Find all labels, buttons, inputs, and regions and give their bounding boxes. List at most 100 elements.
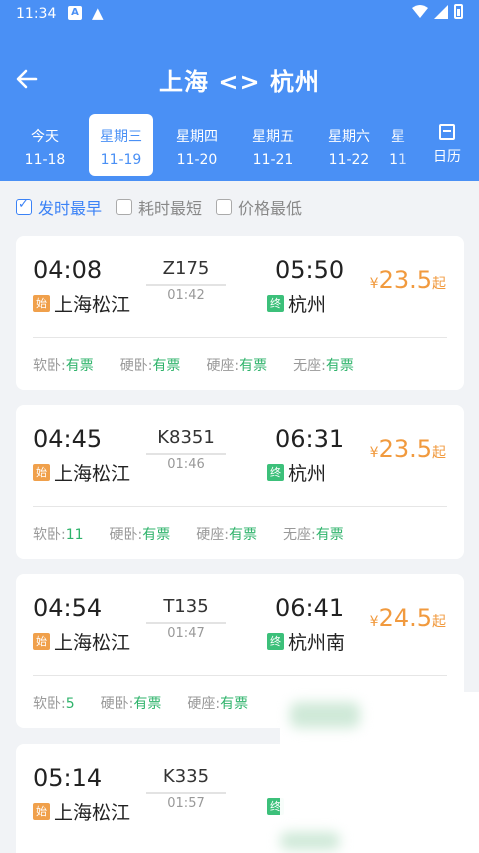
end-tag: 终 [267, 633, 284, 650]
header: 11:34 A ▲ 上海 <> 杭州 今天 11-18 星期三 11-19 星期… [0, 0, 479, 181]
seat-type: 软卧: [33, 527, 66, 543]
blur-blob [280, 832, 340, 850]
duration-line [146, 792, 226, 794]
arrive-station: 终 杭州 [267, 290, 326, 317]
seat-type: 软卧: [33, 358, 66, 374]
sort-earliest[interactable]: 发时最早 [16, 195, 102, 219]
calendar-button[interactable]: 日历 [429, 124, 465, 166]
duration: 01:42 [167, 288, 205, 303]
seat-item: 硬卧:有票 [120, 355, 181, 375]
start-tag: 始 [33, 295, 50, 312]
seat-avail: 有票 [228, 527, 257, 543]
tab-date: 11-18 [24, 152, 66, 168]
seat-availability: 软卧:有票 硬卧:有票 硬座:有票 无座:有票 [33, 355, 354, 375]
tab-weekday: 今天 [31, 129, 59, 145]
arrive-station: 终 杭州 [267, 459, 326, 486]
calendar-icon [439, 124, 455, 140]
calendar-label: 日历 [433, 149, 461, 165]
duration: 01:47 [167, 626, 205, 641]
date-tab-selected[interactable]: 星期三 11-19 [89, 114, 153, 176]
date-tab-today[interactable]: 今天 11-18 [13, 114, 77, 176]
seat-availability: 软卧:5 硬卧:有票 硬座:有票 [33, 693, 248, 713]
seat-type: 软卧: [33, 696, 66, 712]
date-tab-fri[interactable]: 星期五 11-21 [241, 114, 305, 176]
tab-date: 11-22 [328, 152, 370, 168]
sort-shortest[interactable]: 耗时最短 [116, 195, 202, 219]
sort-label: 发时最早 [38, 199, 103, 218]
seat-avail: 有票 [152, 358, 181, 374]
tab-weekday: 星期五 [252, 129, 294, 145]
station-name: 上海松江 [54, 294, 131, 316]
tab-date: 11-19 [100, 152, 142, 168]
price-value: 23.5 [378, 266, 432, 294]
duration: 01:57 [167, 796, 205, 811]
train-number: Z175 [162, 258, 210, 279]
seat-item: 软卧:11 [33, 524, 84, 544]
depart-station: 始 上海松江 [33, 628, 130, 655]
date-tabs: 今天 11-18 星期三 11-19 星期四 11-20 星期五 11-21 星… [0, 112, 420, 178]
battery-icon [454, 4, 463, 19]
duration-line [146, 284, 226, 286]
arrive-time: 05:50 [275, 256, 345, 284]
price: ¥24.5起 [370, 604, 446, 632]
station-name: 杭州 [288, 294, 327, 316]
tabs-fade [395, 112, 425, 178]
seat-availability: 软卧:11 硬卧:有票 硬座:有票 无座:有票 [33, 524, 344, 544]
arrive-time: 06:31 [275, 425, 345, 453]
station-name: 杭州南 [288, 632, 346, 654]
seat-avail: 11 [65, 527, 84, 543]
seat-avail: 有票 [65, 358, 94, 374]
status-icons [412, 4, 463, 19]
depart-station: 始 上海松江 [33, 798, 130, 825]
seat-avail: 有票 [142, 527, 171, 543]
train-card[interactable]: 04:08 Z175 01:42 05:50 始 上海松江 终 杭州 ¥23.5… [16, 236, 464, 390]
duration-line [146, 453, 226, 455]
train-number: K8351 [157, 427, 215, 448]
wifi-icon [412, 4, 428, 18]
status-bar: 11:34 A ▲ [0, 0, 479, 28]
start-tag: 始 [33, 803, 50, 820]
price: ¥23.5起 [370, 435, 446, 463]
seat-avail: 有票 [133, 696, 162, 712]
price-value: 24.5 [378, 604, 432, 632]
station-name: 上海松江 [54, 632, 131, 654]
accessibility-icon: A [68, 6, 82, 20]
seat-type: 硬座: [196, 527, 229, 543]
blur-blob [290, 702, 360, 728]
sort-label: 价格最低 [238, 199, 303, 218]
seat-avail: 有票 [239, 358, 268, 374]
duration-line [146, 622, 226, 624]
station-name: 上海松江 [54, 463, 131, 485]
sort-cheapest[interactable]: 价格最低 [216, 195, 302, 219]
train-card[interactable]: 04:45 K8351 01:46 06:31 始 上海松江 终 杭州 ¥23.… [16, 405, 464, 559]
sort-label: 耗时最短 [138, 199, 203, 218]
seat-avail: 有票 [315, 527, 344, 543]
currency: ¥ [369, 614, 379, 630]
end-tag: 终 [267, 464, 284, 481]
currency: ¥ [369, 276, 379, 292]
date-tab-thu[interactable]: 星期四 11-20 [165, 114, 229, 176]
seat-item: 软卧:有票 [33, 355, 94, 375]
price-suffix: 起 [432, 276, 446, 292]
seat-item: 硬座:有票 [187, 693, 248, 713]
station-name: 杭州 [288, 463, 327, 485]
seat-item: 硬座:有票 [196, 524, 257, 544]
seat-type: 无座: [282, 527, 316, 543]
seat-item: 无座:有票 [283, 524, 344, 544]
train-number: K335 [162, 766, 210, 787]
seat-item: 软卧:5 [33, 693, 75, 713]
seat-item: 无座:有票 [293, 355, 354, 375]
price-suffix: 起 [432, 445, 446, 461]
start-tag: 始 [33, 464, 50, 481]
price-value: 23.5 [378, 435, 432, 463]
seat-type: 硬卧: [100, 696, 134, 712]
seat-type: 无座: [293, 358, 326, 374]
sort-bar: 发时最早 耗时最短 价格最低 [0, 181, 479, 233]
blurred-overlay [280, 692, 479, 853]
train-number: T135 [163, 596, 209, 617]
depart-station: 始 上海松江 [33, 290, 130, 317]
price: ¥23.5起 [370, 266, 446, 294]
warning-icon: ▲ [92, 4, 104, 22]
arrive-station: 终 杭州南 [267, 628, 345, 655]
date-tab-sat[interactable]: 星期六 11-22 [317, 114, 381, 176]
